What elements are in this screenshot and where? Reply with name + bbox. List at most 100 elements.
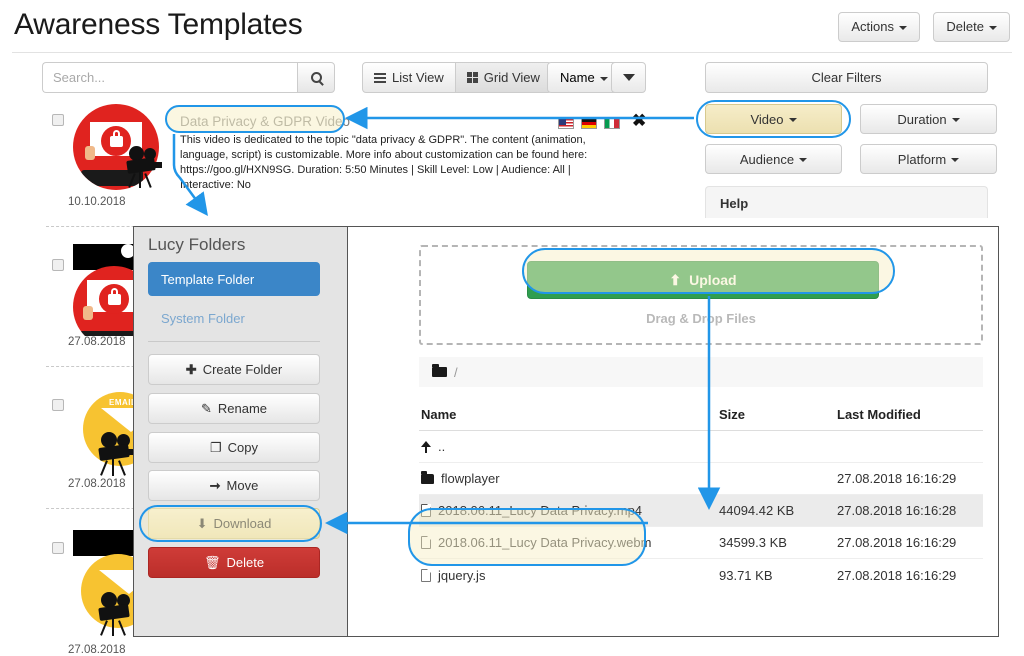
chevron-down-icon (799, 158, 807, 162)
sidebar-item-label: System Folder (161, 311, 245, 326)
template-date: 10.10.2018 (68, 196, 126, 208)
file-icon (421, 504, 431, 517)
download-button[interactable]: ⬇ Download (148, 508, 320, 539)
search-input[interactable] (42, 62, 297, 93)
template-date: 27.08.2018 (68, 644, 126, 656)
table-row[interactable]: 2018.06.11_Lucy Data Privacy.mp4 44094.4… (419, 495, 983, 527)
upload-button[interactable]: ⬆ Upload (527, 261, 879, 299)
grid-view-button[interactable]: Grid View (456, 62, 552, 93)
list-icon (374, 73, 386, 83)
template-checkbox[interactable] (52, 114, 64, 126)
delete-folder-label: Delete (226, 555, 264, 570)
template-checkbox[interactable] (52, 259, 64, 271)
delete-folder-button[interactable]: 🗑 Delete (148, 547, 320, 578)
file-modified: 27.08.2018 16:16:28 (837, 503, 983, 518)
folder-icon (421, 474, 434, 484)
table-row[interactable]: 2018.06.11_Lucy Data Privacy.webm 34599.… (419, 527, 983, 559)
clear-filters-button[interactable]: Clear Filters (705, 62, 988, 93)
filter-video-dropdown[interactable]: Video (705, 104, 842, 134)
arrow-up-icon (421, 441, 431, 453)
table-header: Name Size Last Modified (419, 407, 983, 431)
help-panel: Help (705, 186, 988, 218)
sidebar-item-template-folder[interactable]: Template Folder (148, 262, 320, 296)
file-table: Name Size Last Modified .. flowplayer 27… (419, 407, 983, 591)
trash-icon: 🗑 (204, 555, 221, 571)
template-detail-card: Data Privacy & GDPR Video This video is … (170, 108, 640, 192)
flag-us-icon[interactable] (558, 118, 574, 129)
breadcrumb[interactable]: / (419, 357, 983, 387)
pencil-icon: ✎ (201, 401, 212, 417)
language-flags (558, 118, 620, 129)
folders-title: Lucy Folders (148, 235, 245, 255)
rename-button[interactable]: ✎ Rename (148, 393, 320, 424)
upload-dropzone[interactable]: ⬆ Upload Drag & Drop Files (419, 245, 983, 345)
download-icon: ⬇ (197, 516, 208, 532)
chevron-down-icon (951, 158, 959, 162)
filter-duration-dropdown[interactable]: Duration (860, 104, 997, 134)
plus-icon: ✚ (186, 362, 197, 378)
arrow-right-icon: ➞ (210, 478, 221, 494)
sidebar-item-system-folder[interactable]: System Folder (148, 301, 320, 335)
search-button[interactable] (297, 62, 335, 93)
search-icon (311, 72, 322, 83)
sidebar-item-label: Template Folder (161, 272, 254, 287)
chevron-down-icon (600, 77, 608, 81)
js-file-icon (421, 569, 431, 582)
actions-button[interactable]: Actions (838, 12, 920, 42)
copy-label: Copy (228, 440, 258, 455)
flag-de-icon[interactable] (581, 118, 597, 129)
download-label: Download (214, 516, 272, 531)
close-icon[interactable]: ✖ (632, 112, 646, 129)
help-panel-title: Help (720, 196, 748, 211)
table-row[interactable]: flowplayer 27.08.2018 16:16:29 (419, 463, 983, 495)
sort-field-dropdown[interactable]: Name (547, 62, 621, 93)
move-label: Move (227, 478, 259, 493)
filter-audience-dropdown[interactable]: Audience (705, 144, 842, 174)
copy-button[interactable]: ❐ Copy (148, 432, 320, 463)
filter-platform-dropdown[interactable]: Platform (860, 144, 997, 174)
column-header-name[interactable]: Name (419, 407, 719, 422)
list-view-label: List View (392, 70, 444, 85)
header-divider (12, 52, 1012, 53)
column-header-size[interactable]: Size (719, 407, 837, 422)
flag-it-icon[interactable] (604, 118, 620, 129)
file-name: flowplayer (441, 471, 500, 486)
list-view-button[interactable]: List View (362, 62, 456, 93)
upload-button-label: Upload (689, 272, 736, 288)
file-manager-modal: Lucy Folders Template Folder System Fold… (133, 226, 999, 637)
file-modified: 27.08.2018 16:16:29 (837, 535, 983, 550)
filter-duration-label: Duration (897, 112, 946, 127)
template-checkbox[interactable] (52, 542, 64, 554)
rename-label: Rename (218, 401, 267, 416)
dropzone-text: Drag & Drop Files (421, 311, 981, 326)
create-folder-label: Create Folder (203, 362, 282, 377)
chevron-down-icon (789, 118, 797, 122)
breadcrumb-path: / (454, 365, 458, 380)
file-name: .. (438, 439, 445, 454)
filter-platform-label: Platform (898, 152, 946, 167)
sidebar-divider (148, 341, 320, 342)
chevron-down-icon (623, 74, 635, 81)
move-button[interactable]: ➞ Move (148, 470, 320, 501)
file-modified: 27.08.2018 16:16:29 (837, 568, 983, 583)
upload-icon: ⬆ (669, 272, 681, 289)
file-size: 93.71 KB (719, 568, 837, 583)
sort-field-label: Name (560, 70, 595, 85)
file-name: 2018.06.11_Lucy Data Privacy.webm (438, 535, 651, 550)
sort-direction-button[interactable] (611, 62, 646, 93)
template-date: 27.08.2018 (68, 478, 126, 490)
table-row[interactable]: jquery.js 93.71 KB 27.08.2018 16:16:29 (419, 559, 983, 591)
chevron-down-icon (989, 26, 997, 30)
grid-icon (467, 72, 478, 83)
table-row[interactable]: .. (419, 431, 983, 463)
template-checkbox[interactable] (52, 399, 64, 411)
delete-button[interactable]: Delete (933, 12, 1010, 42)
create-folder-button[interactable]: ✚ Create Folder (148, 354, 320, 385)
column-header-modified[interactable]: Last Modified (837, 407, 983, 422)
open-folder-icon (432, 366, 448, 378)
file-size: 44094.42 KB (719, 503, 837, 518)
chevron-down-icon (952, 118, 960, 122)
copy-icon: ❐ (210, 440, 222, 456)
filter-audience-label: Audience (740, 152, 794, 167)
file-size: 34599.3 KB (719, 535, 837, 550)
